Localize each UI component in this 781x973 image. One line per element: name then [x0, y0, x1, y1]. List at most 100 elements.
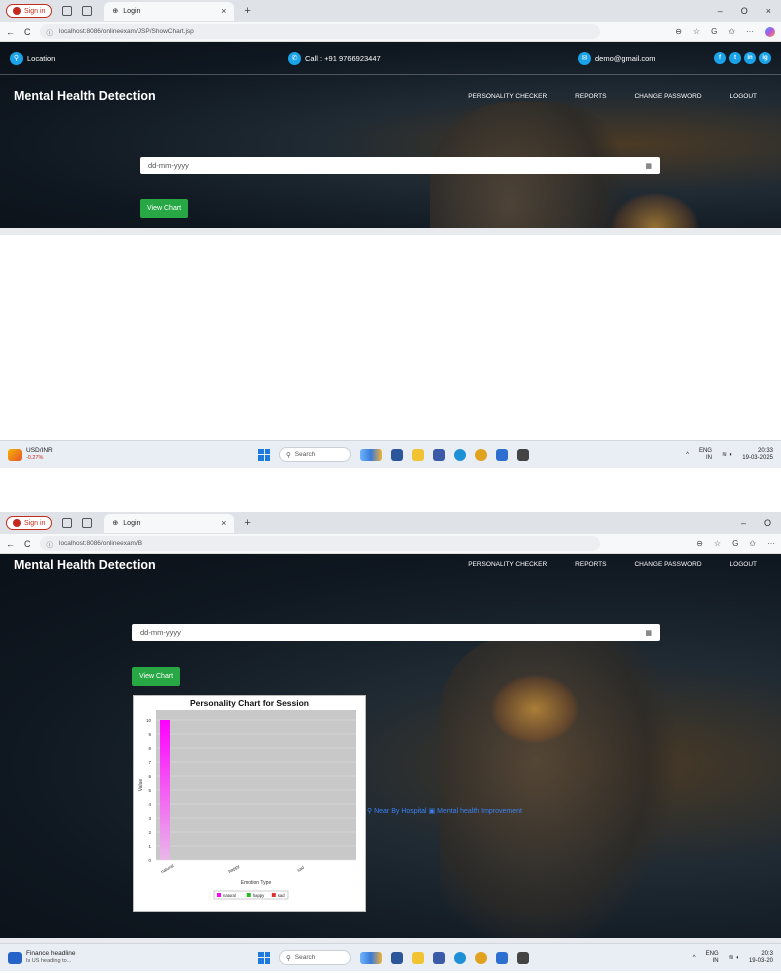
chrome-icon[interactable]: [475, 448, 487, 461]
copilot-app-icon[interactable]: [360, 951, 382, 964]
nav-personality-checker[interactable]: PERSONALITY CHECKER: [468, 93, 547, 100]
app-icon-1[interactable]: [391, 951, 403, 964]
refresh-button[interactable]: C: [24, 539, 31, 549]
facebook-icon[interactable]: f: [714, 52, 726, 64]
more-icon[interactable]: ···: [767, 539, 775, 548]
chrome-icon[interactable]: [475, 951, 487, 964]
chevron-up-icon[interactable]: ^: [686, 452, 689, 458]
wifi-icon[interactable]: ≋ ◖: [722, 451, 732, 458]
clock[interactable]: 20:3 19-03-20: [749, 951, 773, 965]
tab-actions-icon[interactable]: [82, 518, 93, 528]
weather-widget[interactable]: USD/INR -0.27%: [8, 447, 53, 462]
language-indicator[interactable]: ENG IN: [706, 951, 719, 965]
back-button[interactable]: ←: [6, 539, 15, 549]
workspaces-icon[interactable]: [62, 518, 73, 528]
new-tab-button[interactable]: +: [244, 5, 250, 17]
brand-logo[interactable]: Mental Health Detection: [14, 558, 156, 572]
taskbar-search[interactable]: ⚲ Search: [279, 950, 351, 965]
language-indicator[interactable]: ENG IN: [699, 448, 712, 462]
profile-icon: [13, 519, 21, 527]
favorite-icon[interactable]: ☆: [714, 539, 721, 548]
app-icon-3[interactable]: [496, 951, 508, 964]
hero-glow: [490, 674, 580, 744]
workspaces-icon[interactable]: [62, 6, 73, 16]
browser-tab[interactable]: ⊕ Login ×: [104, 513, 235, 533]
clock[interactable]: 20:33 19-03-2025: [742, 448, 773, 462]
profile-button[interactable]: Sign in: [6, 516, 53, 530]
footer-links: ⚲ Near By Hospital ▣ Mental health Impro…: [367, 807, 522, 815]
minimize-button[interactable]: –: [718, 6, 723, 16]
reading-icon[interactable]: G: [711, 27, 717, 37]
minimize-button[interactable]: –: [741, 518, 746, 528]
date-input[interactable]: dd-mm-yyyy ▦: [140, 157, 660, 174]
address-bar-row: ← C ⓘ localhost:8086/onlineexam/JSP/Show…: [0, 22, 781, 42]
tab-close-button[interactable]: ×: [221, 518, 226, 528]
nav-reports[interactable]: REPORTS: [575, 93, 606, 100]
edge-icon[interactable]: [454, 448, 466, 461]
terminal-icon[interactable]: [517, 448, 529, 461]
nav-logout[interactable]: LOGOUT: [730, 93, 757, 100]
file-explorer-icon[interactable]: [412, 951, 424, 964]
brand-logo[interactable]: Mental Health Detection: [14, 89, 156, 103]
nav-reports[interactable]: REPORTS: [575, 561, 606, 568]
maximize-button[interactable]: O: [764, 518, 771, 528]
improvement-link[interactable]: Mental health Improvement: [437, 808, 522, 815]
stock-icon: [8, 448, 22, 461]
search-icon: ⚲: [286, 451, 291, 459]
y-tick-label: 4: [148, 802, 151, 807]
refresh-button[interactable]: C: [24, 27, 31, 37]
nav-personality-checker[interactable]: PERSONALITY CHECKER: [468, 561, 547, 568]
taskbar: USD/INR -0.27% ⚲ Search ^ ENG IN ≋ ◖ 20:33 1…: [0, 440, 781, 468]
nav-change-password[interactable]: CHANGE PASSWORD: [634, 561, 701, 568]
tab-close-button[interactable]: ×: [221, 6, 226, 16]
app-icon-2[interactable]: [433, 951, 445, 964]
date-input[interactable]: dd-mm-yyyy ▦: [132, 624, 660, 641]
more-icon[interactable]: ···: [746, 27, 754, 37]
chevron-up-icon[interactable]: ^: [693, 955, 696, 961]
twitter-icon[interactable]: t: [729, 52, 741, 64]
taskbar-apps: ⚲ Search: [258, 447, 529, 462]
favorites-bar-icon[interactable]: ✩: [749, 539, 756, 548]
page-body: [0, 235, 781, 440]
tab-actions-icon[interactable]: [82, 6, 93, 16]
nav-change-password[interactable]: CHANGE PASSWORD: [634, 93, 701, 100]
taskbar-search[interactable]: ⚲ Search: [279, 447, 351, 462]
legend-swatch: [217, 893, 221, 897]
app-icon-3[interactable]: [496, 448, 508, 461]
profile-button[interactable]: Sign in: [6, 4, 53, 18]
calendar-icon[interactable]: ▦: [645, 629, 652, 637]
new-tab-button[interactable]: +: [244, 517, 250, 529]
browser-tab[interactable]: ⊕ Login ×: [104, 1, 235, 21]
zoom-icon[interactable]: ⊖: [696, 539, 703, 548]
nav-logout[interactable]: LOGOUT: [730, 561, 757, 568]
calendar-icon[interactable]: ▦: [645, 162, 652, 170]
url-field[interactable]: ⓘ localhost:8086/onlineexam/JSP/ShowChar…: [39, 24, 600, 39]
instagram-icon[interactable]: ig: [759, 52, 771, 64]
favorites-bar-icon[interactable]: ✩: [728, 27, 735, 37]
wifi-icon[interactable]: ≋ ◖: [729, 954, 739, 961]
close-button[interactable]: ×: [766, 6, 771, 16]
view-chart-button[interactable]: View Chart: [140, 199, 189, 218]
linkedin-icon[interactable]: in: [744, 52, 756, 64]
url-field[interactable]: ⓘ localhost:8086/onlineexam/B: [39, 536, 600, 551]
x-tick-label: natural: [160, 863, 174, 874]
location-item: ⚲ Location: [10, 51, 55, 65]
view-chart-button[interactable]: View Chart: [132, 667, 181, 686]
copilot-icon[interactable]: [765, 26, 775, 37]
reading-icon[interactable]: G: [732, 539, 738, 548]
window-controls: – O ×: [718, 6, 781, 16]
file-explorer-icon[interactable]: [412, 448, 424, 461]
zoom-icon[interactable]: ⊖: [675, 27, 682, 37]
hospital-link[interactable]: Near By Hospital: [374, 808, 427, 815]
copilot-app-icon[interactable]: [360, 448, 382, 461]
edge-icon[interactable]: [454, 951, 466, 964]
maximize-button[interactable]: O: [741, 6, 748, 16]
back-button[interactable]: ←: [6, 27, 15, 37]
app-icon-1[interactable]: [391, 448, 403, 461]
terminal-icon[interactable]: [517, 951, 529, 964]
start-icon[interactable]: [258, 951, 270, 964]
favorite-icon[interactable]: ☆: [693, 27, 700, 37]
start-icon[interactable]: [258, 448, 270, 461]
app-icon-2[interactable]: [433, 448, 445, 461]
news-widget[interactable]: Finance headline Is US heading to...: [8, 950, 76, 965]
